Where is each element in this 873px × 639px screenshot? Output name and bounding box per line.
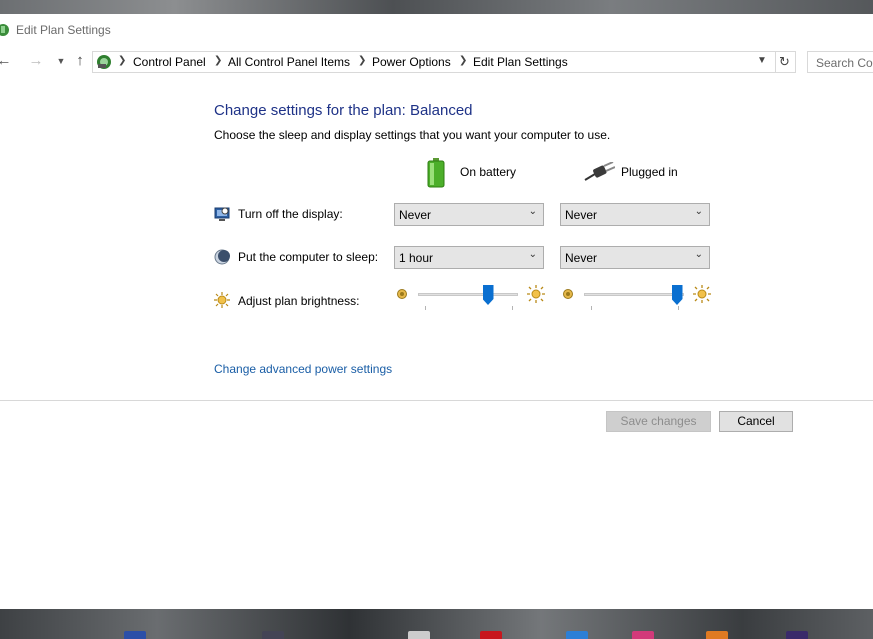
display-plugged-select[interactable]: Never ⌄ [560,203,710,226]
bright-sun-icon [693,285,711,303]
breadcrumb-separator-icon: ❯ [118,55,127,66]
save-changes-button[interactable]: Save changes [606,411,711,432]
breadcrumb-all-items[interactable]: All Control Panel Items [228,55,350,69]
slider-thumb[interactable] [482,285,494,305]
address-bar[interactable]: ❯ Control Panel ❯ All Control Panel Item… [92,51,776,73]
brightness-plugged-slider[interactable] [560,284,711,310]
slider-track [418,293,518,296]
sleep-plugged-value: Never [565,251,598,265]
cancel-button[interactable]: Cancel [719,411,793,432]
battery-icon [427,158,445,188]
chevron-down-icon: ⌄ [694,206,703,217]
window-title: Edit Plan Settings [16,23,111,37]
plugged-column-label: Plugged in [621,165,678,179]
display-icon [214,207,230,221]
brightness-sun-icon [214,292,230,308]
chevron-down-icon: ⌄ [528,206,537,217]
up-arrow-icon[interactable]: ↑ [72,53,88,69]
desktop-background-top [0,0,873,14]
display-battery-select[interactable]: Never ⌄ [394,203,544,226]
column-header-plugged: Plugged in [583,158,703,188]
sleep-battery-value: 1 hour [399,251,434,265]
breadcrumb-power-options[interactable]: Power Options [372,55,451,69]
advanced-power-settings-link[interactable]: Change advanced power settings [214,362,392,376]
dim-sun-icon [563,289,573,299]
control-panel-icon [97,55,111,69]
taskbar-app-icon[interactable] [480,631,502,639]
forward-arrow-icon[interactable]: → [28,53,44,69]
title-bar: Edit Plan Settings [0,14,873,46]
battery-column-label: On battery [460,165,517,179]
taskbar-app-icon[interactable] [408,631,430,639]
sleep-moon-icon [214,249,230,265]
breadcrumb-separator-icon: ❯ [358,55,367,66]
slider-tick [678,306,679,310]
sleep-setting-label: Put the computer to sleep: [238,250,379,264]
breadcrumb-separator-icon: ❯ [214,55,223,66]
display-plugged-value: Never [565,208,598,222]
breadcrumb-separator-icon: ❯ [459,55,468,66]
column-header-battery: On battery [426,158,536,188]
slider-tick [591,306,592,310]
slider-track [584,293,684,296]
bright-sun-icon [527,285,545,303]
slider-tick [425,306,426,310]
control-panel-window: Edit Plan Settings ← → ▼ ↑ ❯ Control Pan… [0,14,873,609]
sleep-plugged-select[interactable]: Never ⌄ [560,246,710,269]
footer-divider [0,400,873,401]
display-battery-value: Never [399,208,432,222]
slider-thumb[interactable] [671,285,683,305]
taskbar [0,609,873,639]
breadcrumb-control-panel[interactable]: Control Panel [133,55,206,69]
address-dropdown-icon[interactable]: ▼ [757,55,767,66]
recent-locations-chevron-icon[interactable]: ▼ [53,53,69,69]
display-setting-label: Turn off the display: [238,207,343,221]
power-options-icon [0,24,9,36]
taskbar-app-icon[interactable] [262,631,284,639]
taskbar-app-icon[interactable] [786,631,808,639]
search-input[interactable]: Search Cor [807,51,873,73]
chevron-down-icon: ⌄ [528,249,537,260]
back-arrow-icon[interactable]: ← [0,53,12,69]
taskbar-app-icon[interactable] [632,631,654,639]
refresh-icon[interactable]: ↻ [774,51,796,73]
taskbar-app-icon[interactable] [706,631,728,639]
power-plug-icon [584,162,615,181]
chevron-down-icon: ⌄ [694,249,703,260]
page-title: Change settings for the plan: Balanced [214,102,473,119]
brightness-battery-slider[interactable] [394,284,545,310]
brightness-setting-label: Adjust plan brightness: [238,294,360,308]
breadcrumb-edit-plan[interactable]: Edit Plan Settings [473,55,568,69]
sleep-battery-select[interactable]: 1 hour ⌄ [394,246,544,269]
page-subtitle: Choose the sleep and display settings th… [214,128,611,142]
taskbar-app-icon[interactable] [124,631,146,639]
slider-tick [512,306,513,310]
taskbar-app-icon[interactable] [566,631,588,639]
dim-sun-icon [397,289,407,299]
